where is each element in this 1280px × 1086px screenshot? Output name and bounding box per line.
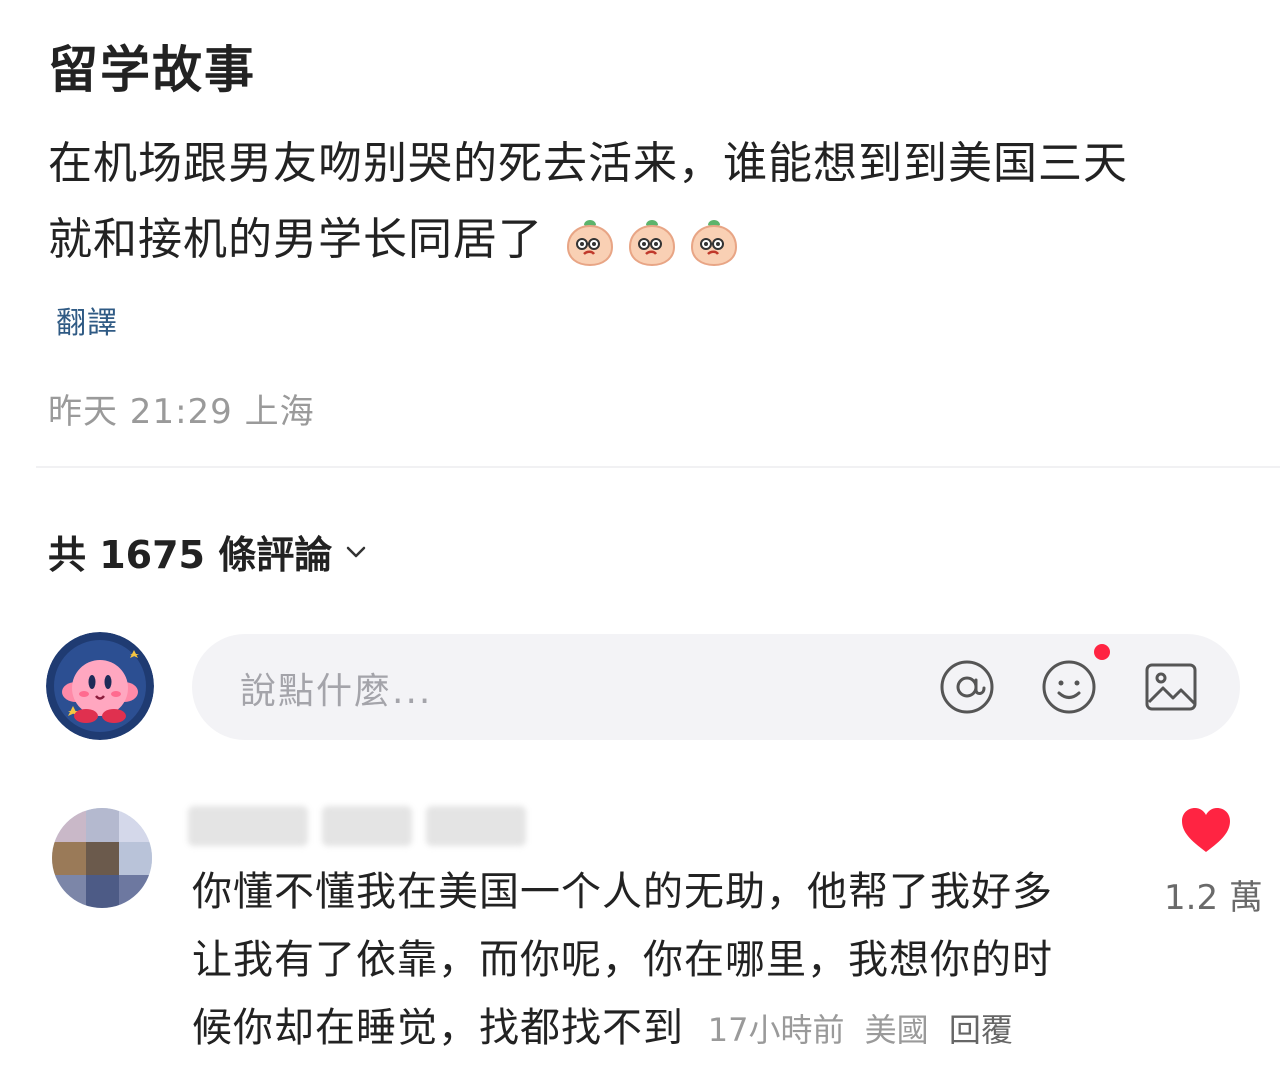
post-location: 上海 [244,392,315,432]
emoji-icon[interactable] [1040,658,1098,716]
peach-emoji-icon [628,220,676,267]
post-body-line-2-text: 就和接机的男学长同居了 [48,214,543,265]
post-body: 在机场跟男友吻别哭的死去活来，谁能想到到美国三天 就和接机的男学长同居了 [48,126,1238,278]
comment-body: 你懂不懂我在美国一个人的无助，他帮了我好多 让我有了依靠，而你呢，你在哪里，我想… [192,858,1112,1064]
post-body-line-1: 在机场跟男友吻别哭的死去活来，谁能想到到美国三天 [48,138,1128,189]
post-meta: 昨天 21:29 上海 [48,384,315,433]
translate-link[interactable]: 翻譯 [56,298,118,342]
comment-time: 17小時前 [707,1011,845,1049]
reply-button[interactable]: 回覆 [949,1011,1013,1049]
post-title: 留学故事 [48,41,256,99]
post-body-line-2: 就和接机的男学长同居了 [48,202,1238,278]
peach-emoji-icon [690,220,738,267]
comment-line-3-text: 候你却在睡觉，找都找不到 [192,1005,684,1051]
commenter-name-blurred[interactable] [188,806,528,850]
like-count: 1.2 萬 [1164,878,1263,918]
heart-icon[interactable] [1180,806,1232,854]
notification-dot [1094,644,1110,660]
chevron-down-icon [346,546,366,557]
comment-meta: 17小時前 美國 回覆 [708,1011,1023,1049]
comment-line-1: 你懂不懂我在美国一个人的无助，他帮了我好多 [192,869,1053,915]
comment-line-3: 候你却在睡觉，找都找不到 17小時前 美國 回覆 [192,994,1112,1064]
comment-location: 美國 [864,1011,929,1049]
at-icon[interactable] [938,658,996,716]
comment-line-2: 让我有了依靠，而你呢，你在哪里，我想你的时 [192,937,1053,983]
comment-count-toggle[interactable]: 共 1675 條評論 [48,524,370,579]
comment-input-placeholder: 說點什麼... [240,671,433,712]
comment-input[interactable]: 說點什麼... [192,634,1240,740]
peach-emoji-icon [566,220,614,267]
emoji-group [562,214,742,270]
divider [36,466,1280,468]
post-timestamp: 昨天 21:29 [48,392,233,432]
commenter-avatar[interactable] [52,808,152,908]
pixelated-avatar-icon [52,808,152,908]
kirby-avatar-icon [46,632,154,740]
image-icon[interactable] [1142,658,1200,716]
current-user-avatar[interactable] [46,632,154,740]
comment-count-label: 共 1675 條評論 [48,533,333,577]
